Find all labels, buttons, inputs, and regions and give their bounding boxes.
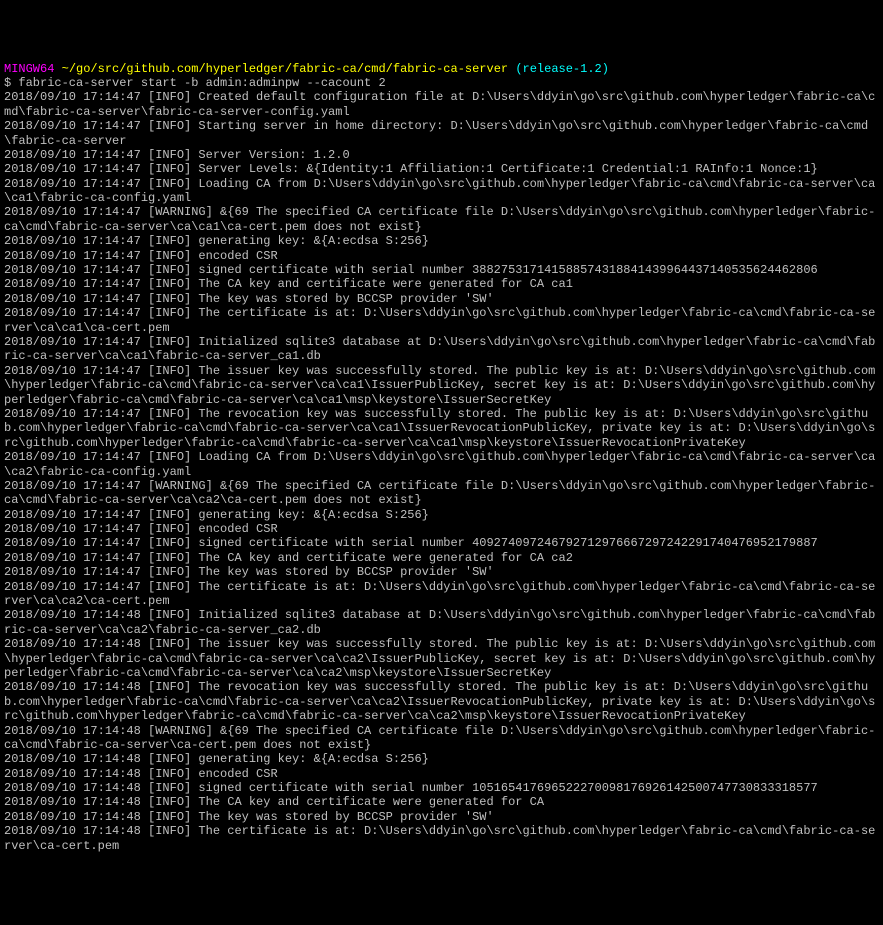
log-line: 2018/09/10 17:14:47 [INFO] The issuer ke… [4,364,879,407]
log-line: 2018/09/10 17:14:48 [INFO] The CA key an… [4,795,879,809]
log-line: 2018/09/10 17:14:47 [WARNING] &{69 The s… [4,205,879,234]
log-line: 2018/09/10 17:14:47 [INFO] Server Levels… [4,162,879,176]
log-line: 2018/09/10 17:14:47 [INFO] The revocatio… [4,407,879,450]
log-line: 2018/09/10 17:14:47 [INFO] The CA key an… [4,551,879,565]
log-line: 2018/09/10 17:14:47 [INFO] generating ke… [4,508,879,522]
command-line: $ fabric-ca-server start -b admin:adminp… [4,76,879,90]
log-line: 2018/09/10 17:14:48 [INFO] signed certif… [4,781,879,795]
prompt-shell: MINGW64 [4,62,54,76]
prompt-line: MINGW64 ~/go/src/github.com/hyperledger/… [4,62,879,76]
log-line: 2018/09/10 17:14:47 [WARNING] &{69 The s… [4,479,879,508]
log-line: 2018/09/10 17:14:47 [INFO] encoded CSR [4,249,879,263]
log-line: 2018/09/10 17:14:48 [WARNING] &{69 The s… [4,724,879,753]
log-line: 2018/09/10 17:14:47 [INFO] The CA key an… [4,277,879,291]
log-line: 2018/09/10 17:14:47 [INFO] signed certif… [4,263,879,277]
log-line: 2018/09/10 17:14:48 [INFO] encoded CSR [4,767,879,781]
log-line: 2018/09/10 17:14:47 [INFO] Server Versio… [4,148,879,162]
log-line: 2018/09/10 17:14:47 [INFO] generating ke… [4,234,879,248]
log-line: 2018/09/10 17:14:47 [INFO] Loading CA fr… [4,450,879,479]
log-line: 2018/09/10 17:14:47 [INFO] Starting serv… [4,119,879,148]
log-line: 2018/09/10 17:14:47 [INFO] Loading CA fr… [4,177,879,206]
log-line: 2018/09/10 17:14:47 [INFO] The certifica… [4,580,879,609]
log-line: 2018/09/10 17:14:48 [INFO] The revocatio… [4,680,879,723]
log-line: 2018/09/10 17:14:47 [INFO] encoded CSR [4,522,879,536]
prompt-branch: (release-1.2) [515,62,609,76]
log-line: 2018/09/10 17:14:48 [INFO] generating ke… [4,752,879,766]
log-container: 2018/09/10 17:14:47 [INFO] Created defau… [4,90,879,853]
terminal-output[interactable]: MINGW64 ~/go/src/github.com/hyperledger/… [4,62,879,853]
log-line: 2018/09/10 17:14:47 [INFO] The certifica… [4,306,879,335]
log-line: 2018/09/10 17:14:48 [INFO] The issuer ke… [4,637,879,680]
log-line: 2018/09/10 17:14:47 [INFO] Initialized s… [4,335,879,364]
log-line: 2018/09/10 17:14:47 [INFO] signed certif… [4,536,879,550]
log-line: 2018/09/10 17:14:47 [INFO] The key was s… [4,292,879,306]
log-line: 2018/09/10 17:14:47 [INFO] Created defau… [4,90,879,119]
log-line: 2018/09/10 17:14:48 [INFO] Initialized s… [4,608,879,637]
prompt-path: ~/go/src/github.com/hyperledger/fabric-c… [62,62,508,76]
log-line: 2018/09/10 17:14:47 [INFO] The key was s… [4,565,879,579]
log-line: 2018/09/10 17:14:48 [INFO] The certifica… [4,824,879,853]
log-line: 2018/09/10 17:14:48 [INFO] The key was s… [4,810,879,824]
